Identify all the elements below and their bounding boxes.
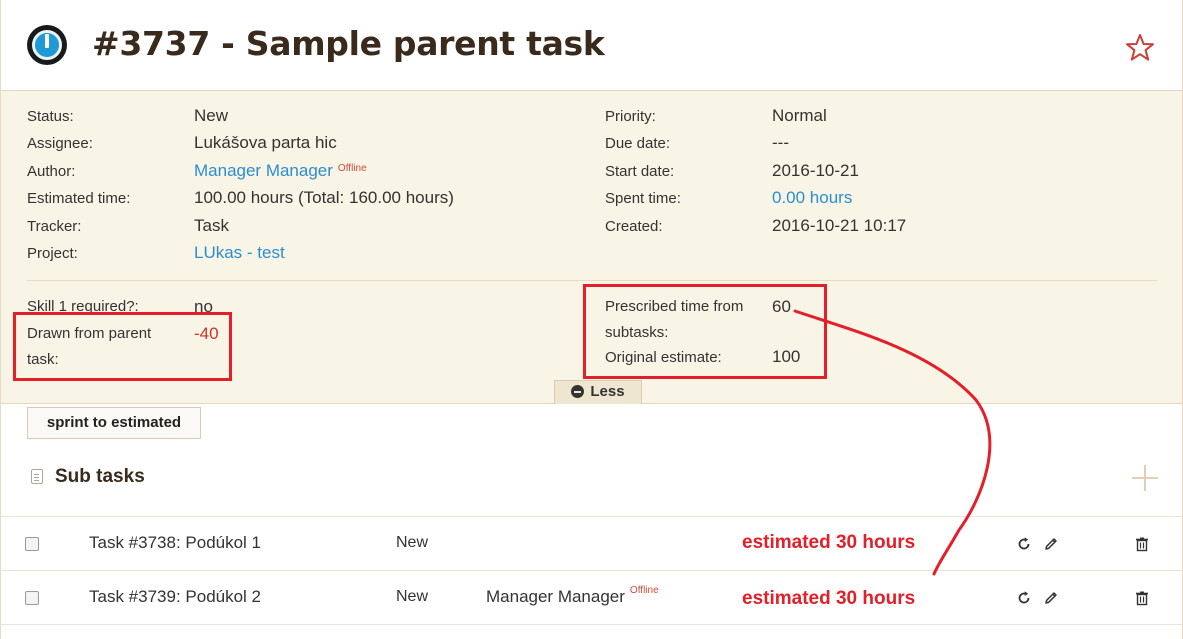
- delete-trash-icon[interactable]: [1134, 590, 1150, 606]
- row-divider: [1, 624, 1182, 625]
- offline-badge: Offline: [337, 163, 367, 174]
- attr-label: Due date:: [605, 135, 671, 152]
- subtask-link[interactable]: Task #3739: Podúkol 2: [89, 587, 261, 607]
- edit-pencil-icon[interactable]: [1043, 590, 1059, 606]
- page-title: #3737 - Sample parent task: [92, 24, 605, 63]
- attr-start-date-value: 2016-10-21: [772, 161, 859, 180]
- attr-label: Project:: [27, 245, 78, 262]
- subtask-status: New: [396, 588, 429, 605]
- attr-tracker: Tracker:: [27, 217, 81, 237]
- attr-spent-time: Spent time:: [605, 189, 681, 209]
- offline-badge: Offline: [629, 585, 659, 596]
- add-subtask-plus-icon[interactable]: [1132, 465, 1158, 491]
- subtasks-title: Sub tasks: [55, 466, 145, 487]
- row-checkbox[interactable]: [25, 537, 39, 551]
- attr-due-date-value: ---: [772, 133, 789, 152]
- attr-label: Created:: [605, 218, 663, 235]
- spent-time-link[interactable]: 0.00 hours: [772, 188, 852, 208]
- attr-status: Status:: [27, 107, 74, 127]
- annotation-estimated-text: estimated 30 hours: [742, 588, 916, 609]
- attr-project: Project:: [27, 244, 78, 264]
- attr-label: Author:: [27, 163, 76, 180]
- issue-header: #3737 - Sample parent task: [1, 0, 1182, 91]
- attr-author: Author:: [27, 162, 75, 182]
- section-divider: [27, 280, 1157, 281]
- attr-status-value: New: [194, 106, 229, 125]
- attr-estimated-value: 100.00 hours (Total: 160.00 hours): [194, 188, 454, 207]
- attr-tracker-value: Task: [194, 216, 229, 235]
- attr-label: Tracker:: [27, 218, 82, 235]
- app-logo-icon: [27, 25, 67, 65]
- attr-author-value: Manager Manager Offline: [194, 161, 367, 181]
- attr-start-date: Start date:: [605, 162, 674, 182]
- attr-created-value: 2016-10-21 10:17: [772, 216, 907, 235]
- annotation-estimated-text: estimated 30 hours: [742, 532, 916, 553]
- attr-label: Status:: [27, 108, 74, 125]
- attr-label: Priority:: [605, 108, 656, 125]
- attr-label: Assignee:: [27, 135, 93, 152]
- subtasks-heading: Sub tasks: [31, 466, 145, 488]
- attr-label: Start date:: [605, 163, 675, 180]
- delete-trash-icon[interactable]: [1134, 536, 1150, 552]
- minus-circle-icon: [571, 385, 585, 398]
- attr-priority-value: Normal: [772, 106, 827, 125]
- table-row: Task #3739: Podúkol 2 New Manager Manage…: [1, 570, 1182, 624]
- attr-assignee-value: Lukášova parta hic: [194, 133, 337, 152]
- issue-page: #3737 - Sample parent task Status: New A…: [0, 0, 1183, 639]
- sprint-to-estimated-button[interactable]: sprint to estimated: [27, 407, 201, 439]
- refresh-icon[interactable]: [1016, 536, 1032, 552]
- attr-label: Spent time:: [605, 190, 681, 207]
- author-link[interactable]: Manager Manager: [194, 161, 333, 180]
- attr-due-date: Due date:: [605, 134, 670, 154]
- subtask-link[interactable]: Task #3738: Podúkol 1: [89, 533, 261, 553]
- favorite-star-icon[interactable]: [1125, 33, 1155, 63]
- less-label: Less: [590, 383, 625, 400]
- clipboard-icon: [31, 469, 43, 484]
- attr-estimated: Estimated time:: [27, 189, 130, 209]
- project-link[interactable]: LUkas - test: [194, 243, 285, 263]
- attr-assignee: Assignee:: [27, 134, 93, 154]
- refresh-icon[interactable]: [1016, 590, 1032, 606]
- assignee-name[interactable]: Manager Manager: [486, 587, 625, 606]
- table-row: Task #3738: Podúkol 1 New estimated 30 h…: [1, 516, 1182, 570]
- less-toggle-button[interactable]: Less: [554, 380, 642, 404]
- annotation-box-prescribed: [583, 284, 827, 379]
- attr-label: Estimated time:: [27, 190, 131, 207]
- attr-created: Created:: [605, 217, 663, 237]
- edit-pencil-icon[interactable]: [1043, 536, 1059, 552]
- row-checkbox[interactable]: [25, 591, 39, 605]
- subtask-status: New: [396, 534, 429, 551]
- attr-priority: Priority:: [605, 107, 656, 127]
- annotation-box-drawn: [13, 312, 232, 381]
- subtask-assignee: Manager Manager Offline: [486, 585, 659, 607]
